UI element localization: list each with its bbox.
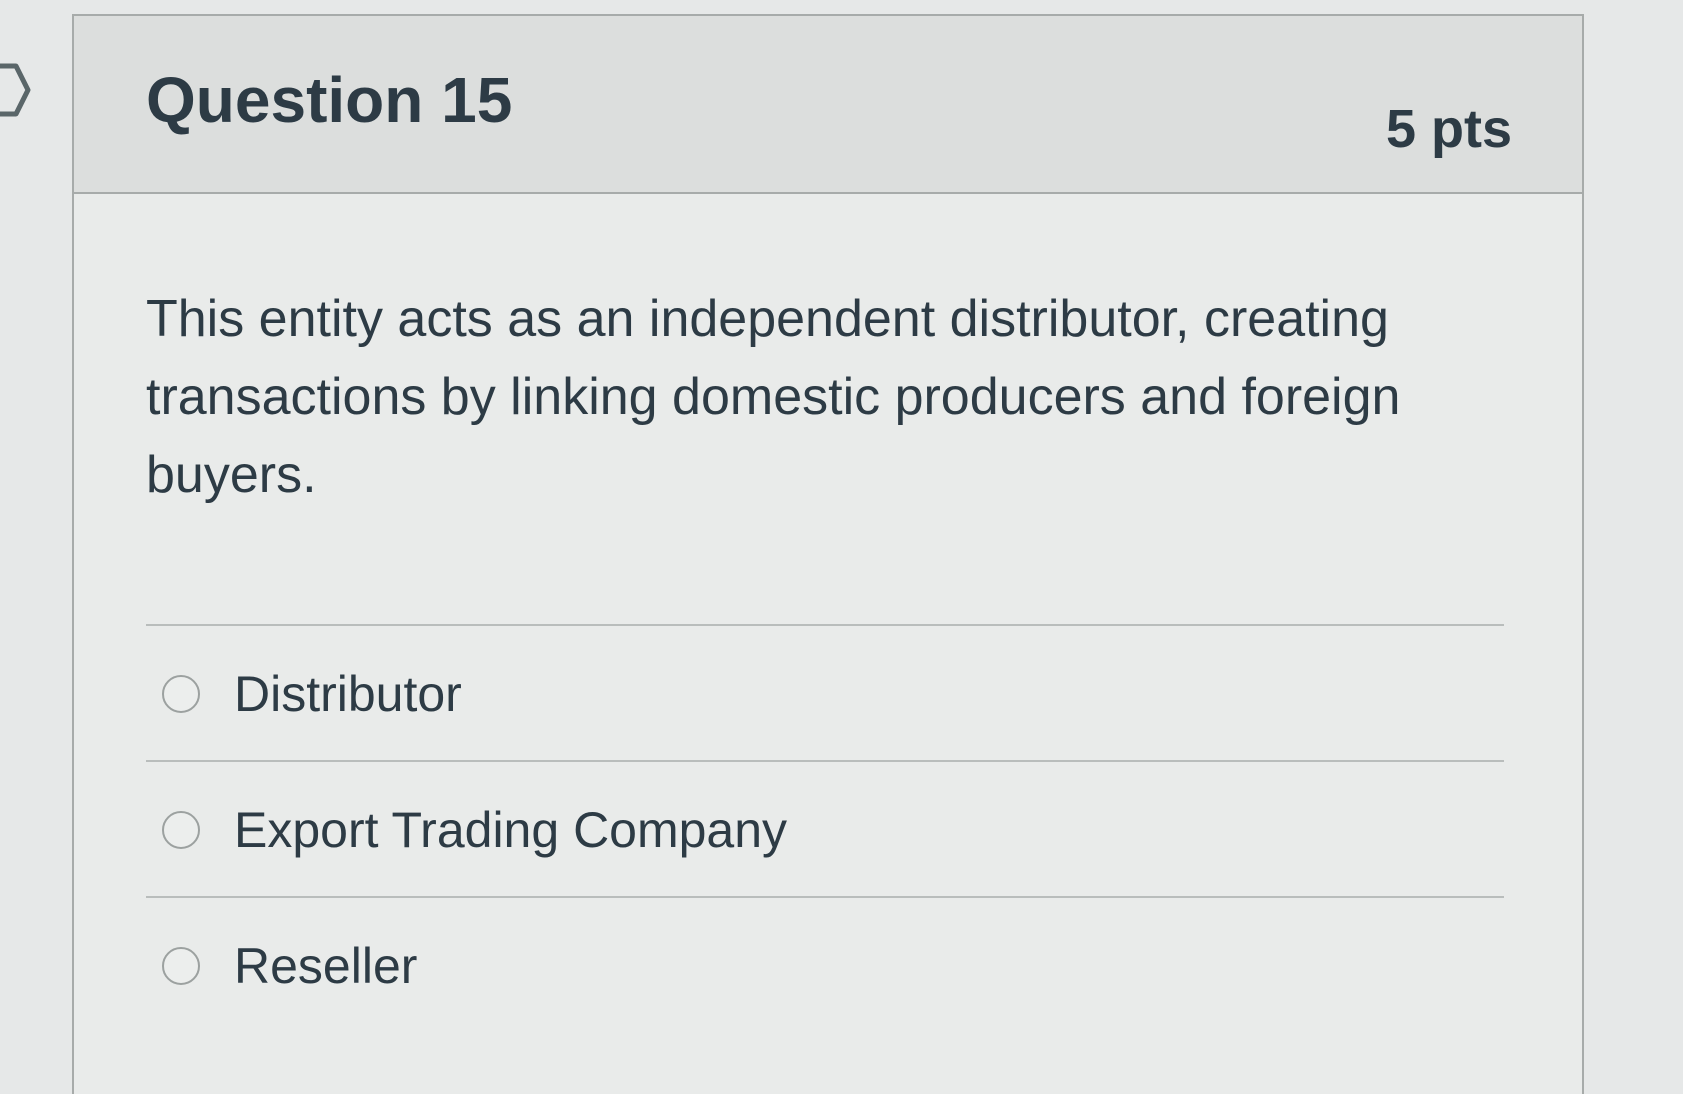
answer-label[interactable]: Reseller bbox=[234, 938, 417, 994]
answer-label[interactable]: Distributor bbox=[234, 666, 462, 722]
question-points: 5 pts bbox=[1385, 99, 1512, 159]
question-header: Question 15 5 pts bbox=[74, 16, 1582, 194]
answer-option-export-trading-company[interactable]: Export Trading Company bbox=[146, 762, 1504, 898]
answer-list: Distributor Export Trading Company Resel… bbox=[146, 624, 1504, 1034]
question-card: Question 15 5 pts This entity acts as an… bbox=[72, 14, 1584, 1094]
answer-option-distributor[interactable]: Distributor bbox=[146, 626, 1504, 762]
question-title: Question 15 bbox=[146, 64, 513, 136]
radio-button[interactable] bbox=[162, 811, 200, 849]
answer-label[interactable]: Export Trading Company bbox=[234, 802, 787, 858]
answer-option-reseller[interactable]: Reseller bbox=[146, 898, 1504, 1034]
radio-button[interactable] bbox=[162, 675, 200, 713]
chevron-right-icon[interactable] bbox=[0, 62, 32, 118]
radio-button[interactable] bbox=[162, 947, 200, 985]
question-text: This entity acts as an independent distr… bbox=[146, 290, 1401, 504]
